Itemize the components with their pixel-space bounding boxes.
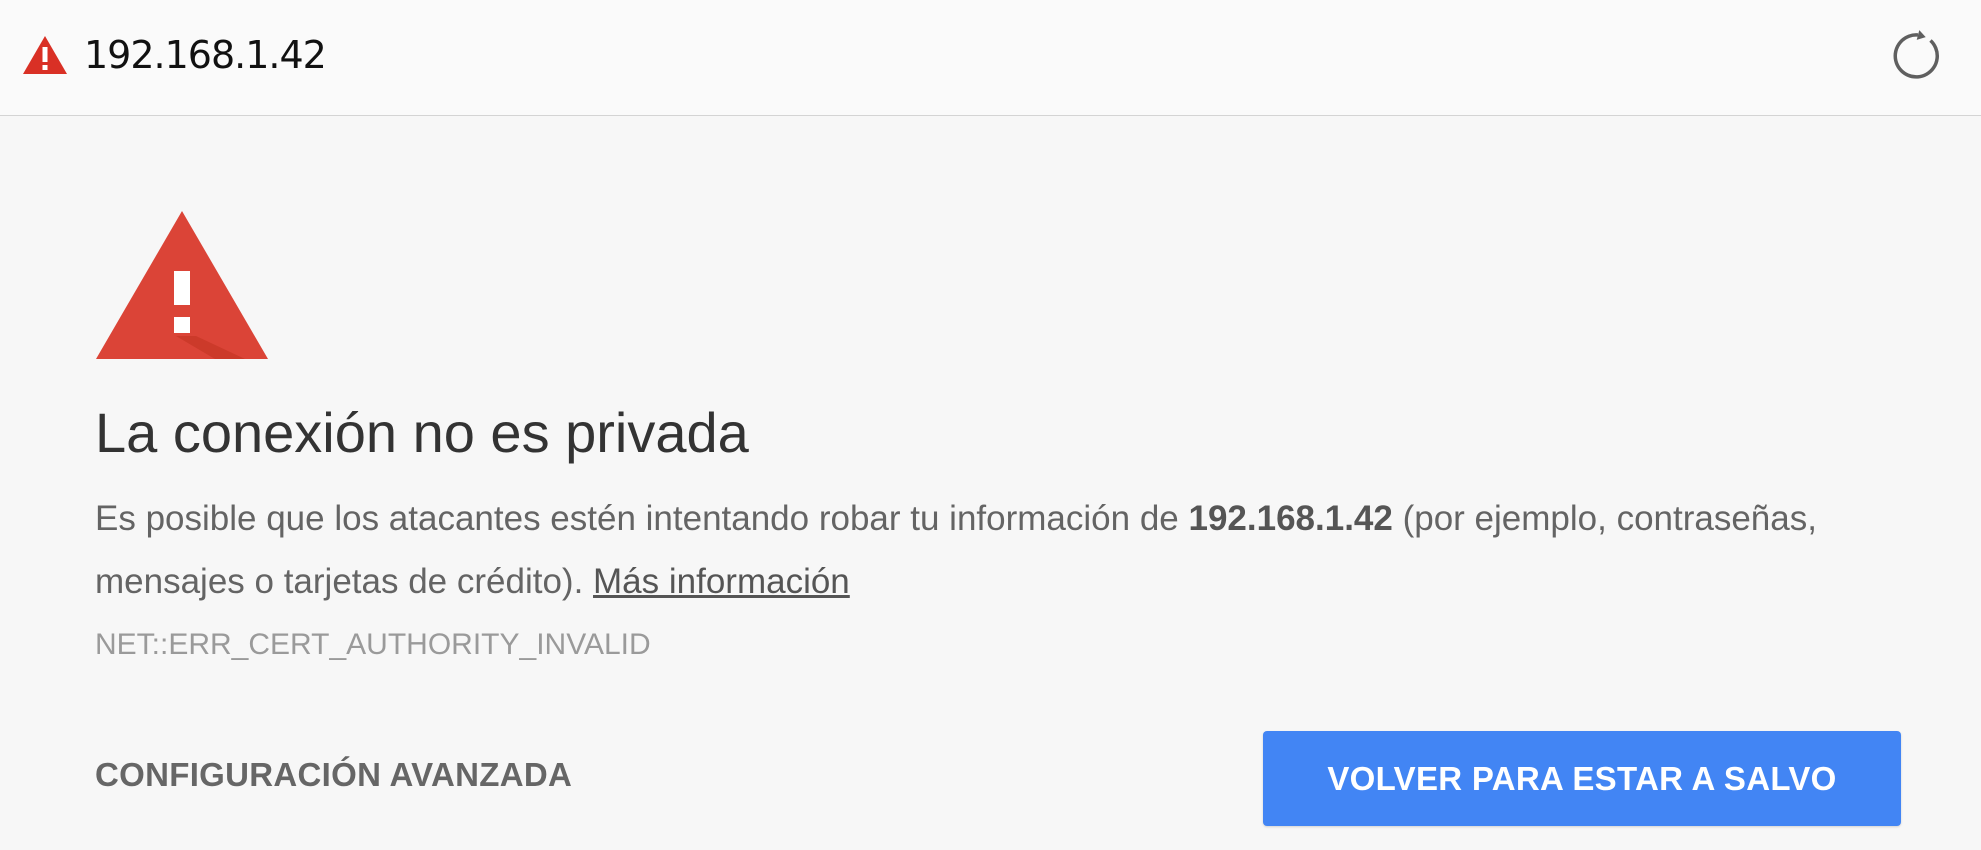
back-to-safety-button[interactable]: VOLVER PARA ESTAR A SALVO	[1263, 731, 1901, 826]
advanced-settings-button[interactable]: CONFIGURACIÓN AVANZADA	[95, 753, 572, 797]
warning-triangle-icon[interactable]	[22, 34, 68, 76]
address-bar: 192.168.1.42	[0, 0, 1981, 116]
page-title: La conexión no es privada	[95, 401, 749, 464]
error-code: NET::ERR_CERT_AUTHORITY_INVALID	[95, 628, 651, 661]
warning-triangle-icon	[96, 211, 268, 359]
learn-more-link[interactable]: Más información	[593, 562, 850, 601]
url-text[interactable]: 192.168.1.42	[84, 29, 327, 81]
error-description: Es posible que los atacantes estén inten…	[95, 487, 1875, 613]
reload-icon[interactable]	[1892, 30, 1944, 82]
interstitial-page: La conexión no es privada Es posible que…	[0, 117, 1981, 850]
description-text: Es posible que los atacantes estén inten…	[95, 499, 1189, 538]
host-name: 192.168.1.42	[1188, 499, 1393, 538]
